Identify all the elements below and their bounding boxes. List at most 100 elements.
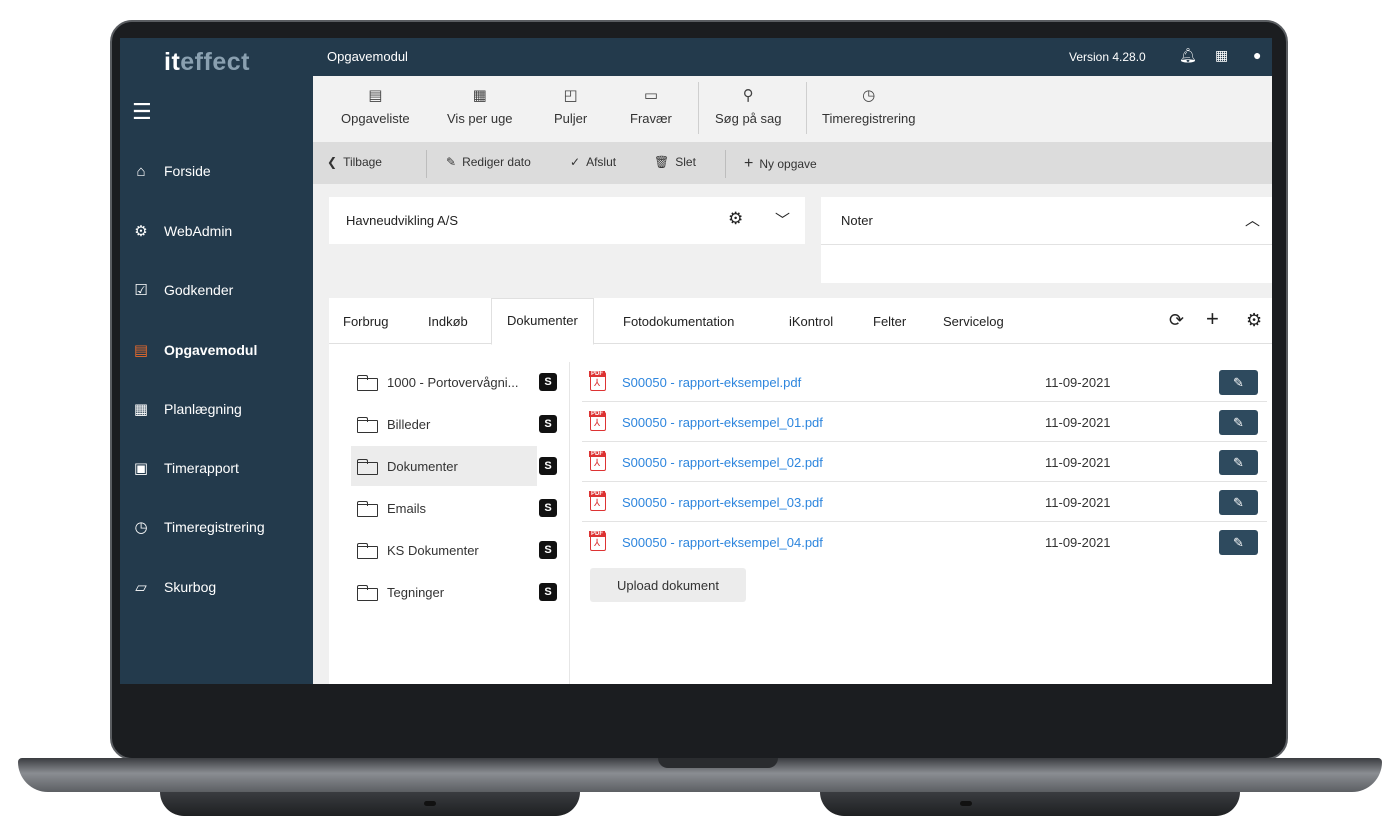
file-link[interactable]: S00050 - rapport-eksempel.pdf [622,375,801,390]
back-label: Tilbage [343,155,382,169]
file-date: 11-09-2021 [1045,455,1111,470]
file-link[interactable]: S00050 - rapport-eksempel_01.pdf [622,415,823,430]
edit-button[interactable]: ✎ [1219,490,1258,515]
sidebar-item-forside[interactable]: ⌂ Forside [132,162,210,180]
user-icon[interactable]: ● [1253,47,1261,63]
file-date: 11-09-2021 [1045,375,1111,390]
file-link[interactable]: S00050 - rapport-eksempel_04.pdf [622,535,823,550]
tab-forbrug[interactable]: Forbrug [343,314,389,329]
tool-timeregistrering[interactable]: ◷ Timeregistrering [822,86,915,126]
file-link[interactable]: S00050 - rapport-eksempel_02.pdf [622,455,823,470]
folder-item[interactable]: Tegninger [351,572,537,612]
tab-indkoeb[interactable]: Indkøb [428,314,468,329]
tool-fravaer[interactable]: ▭ Fravær [630,86,672,126]
hamburger-menu-icon[interactable]: ☰ [132,99,152,125]
edit-icon: ✎ [1233,494,1244,510]
toolbar-separator [698,82,699,134]
edit-button[interactable]: ✎ [1219,370,1258,395]
folder-item-selected[interactable]: Dokumenter [351,446,537,486]
pool-icon: ◰ [563,87,578,104]
apps-grid-icon[interactable]: ▦ [1215,47,1228,64]
laptop-foot-dot [960,801,972,806]
chevron-up-icon[interactable]: ︿ [1245,209,1260,230]
tool-puljer[interactable]: ◰ Puljer [554,86,587,126]
edit-icon: ✎ [1233,414,1244,430]
tool-opgaveliste[interactable]: ▤ Opgaveliste [341,86,410,126]
gear-icon[interactable]: ⚙ [1246,310,1262,331]
logo-it: it [164,48,181,76]
tool-soeg-paa-sag[interactable]: ⚲ Søg på sag [715,86,782,126]
logo[interactable]: iteffect [164,48,250,77]
sharepoint-icon[interactable]: S [539,583,557,601]
sidebar-item-webadmin[interactable]: ⚙ WebAdmin [132,222,232,240]
refresh-icon[interactable]: ⟳ [1169,310,1184,331]
file-link[interactable]: S00050 - rapport-eksempel_03.pdf [622,495,823,510]
tab-felter[interactable]: Felter [873,314,906,329]
sidebar-item-planlaegning[interactable]: ▦ Planlægning [132,400,242,418]
chevron-down-icon[interactable]: ﹀ [775,209,790,230]
folder-label: Emails [387,500,427,516]
tool-label: Timeregistrering [822,111,916,126]
edit-date-button[interactable]: ✎ Rediger dato [446,155,531,169]
sidebar-item-label: Timeregistrering [164,519,265,535]
finish-button[interactable]: ✓ Afslut [570,155,616,169]
sharepoint-icon[interactable]: S [539,373,557,391]
edit-button[interactable]: ✎ [1219,410,1258,435]
folder-label: Dokumenter [387,458,458,474]
delete-button[interactable]: 🗑︎ Slet [654,155,696,169]
sidebar-item-timerapport[interactable]: ▣ Timerapport [132,459,239,477]
sidebar-item-timeregistrering[interactable]: ◷ Timeregistrering [132,518,265,536]
sharepoint-icon[interactable]: S [539,499,557,517]
tab-fotodokumentation[interactable]: Fotodokumentation [623,314,734,329]
folder-item[interactable]: KS Dokumenter [351,530,537,570]
actionbar-separator [725,150,726,178]
sharepoint-icon[interactable]: S [539,415,557,433]
folder-icon [357,416,379,433]
laptop-foot-left [160,792,580,816]
notebook-icon: ▱ [135,579,147,596]
sidebar-item-skurbog[interactable]: ▱ Skurbog [132,578,216,596]
sidebar-item-label: Planlægning [164,401,242,417]
sidebar-item-opgavemodul[interactable]: ▤ Opgavemodul [132,341,257,359]
sidebar-item-label: Opgavemodul [164,342,258,358]
company-panel: Havneudvikling A/S ⚙ ﹀ [329,197,805,244]
sidebar-item-label: Skurbog [164,579,217,595]
checkbox-icon: ☑ [134,282,148,299]
pdf-icon [589,491,606,511]
upload-document-button[interactable]: Upload dokument [590,568,746,602]
laptop-base [18,758,1382,792]
edit-button[interactable]: ✎ [1219,530,1258,555]
tabs-area: Forbrug Indkøb Dokumenter Fotodokumentat… [329,298,1272,684]
laptop-notch [658,758,778,768]
folder-item[interactable]: Emails [351,488,537,528]
tab-dokumenter[interactable]: Dokumenter [491,298,594,345]
folder-icon [357,458,379,475]
file-row: S00050 - rapport-eksempel_01.pdf 11-09-2… [582,402,1267,442]
sidebar-item-godkender[interactable]: ☑ Godkender [132,281,233,299]
folder-item[interactable]: 1000 - Portovervågni... [351,362,537,402]
tab-ikontrol[interactable]: iKontrol [789,314,833,329]
edit-button[interactable]: ✎ [1219,450,1258,475]
sharepoint-icon[interactable]: S [539,541,557,559]
sharepoint-icon[interactable]: S [539,457,557,475]
new-task-label: Ny opgave [759,157,817,171]
folder-icon [357,500,379,517]
tree-divider [569,362,570,684]
folder-item[interactable]: Billeder [351,404,537,444]
plus-icon[interactable]: + [1206,306,1219,332]
action-bar: ❮ Tilbage ✎ Rediger dato ✓ Afslut 🗑︎ Sle… [313,142,1272,184]
tab-servicelog[interactable]: Servicelog [943,314,1004,329]
gear-icon[interactable]: ⚙ [728,209,743,229]
finish-label: Afslut [586,155,617,169]
edit-date-label: Rediger dato [462,155,531,169]
sidebar-item-label: WebAdmin [164,223,233,239]
folder-icon [357,584,379,601]
new-task-button[interactable]: + Ny opgave [744,155,817,173]
folder-icon [357,542,379,559]
back-button[interactable]: ❮ Tilbage [327,155,382,169]
timesheet-icon: ▣ [133,460,149,477]
tool-vis-per-uge[interactable]: ▦ Vis per uge [447,86,513,126]
toolbar-separator [806,82,807,134]
bell-icon[interactable]: 🔔︎ [1179,47,1197,64]
edit-icon: ✎ [1233,374,1244,390]
